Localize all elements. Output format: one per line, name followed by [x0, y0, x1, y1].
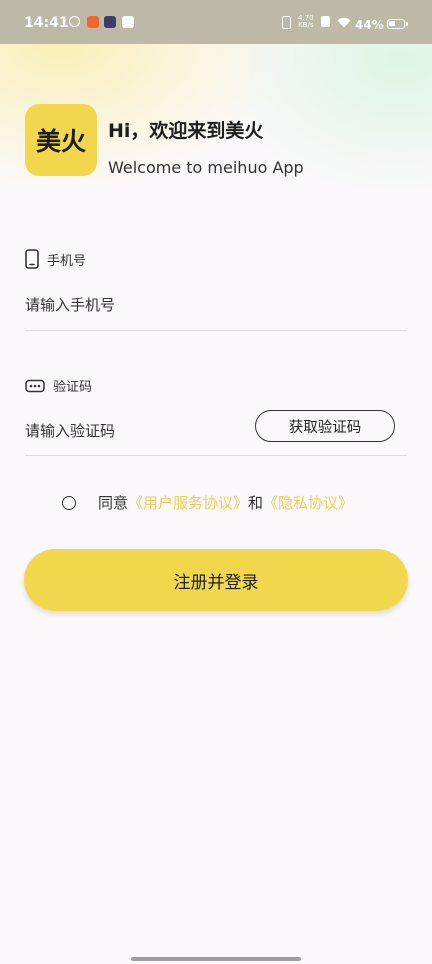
home-indicator[interactable]	[131, 957, 301, 961]
greeting-subtitle: Welcome to meihuo App	[108, 158, 304, 177]
net-speed-unit: KB/s	[298, 21, 314, 29]
privacy-link[interactable]: 《隐私协议》	[263, 492, 353, 513]
phone-label-text: 手机号	[47, 253, 87, 269]
login-screen: 美火 Hi，欢迎来到美火 Welcome to meihuo App 手机号 请…	[0, 0, 432, 964]
get-code-button[interactable]: 获取验证码	[255, 410, 395, 442]
app-logo: 美火	[25, 104, 97, 176]
status-bar: 14:41 4.70 KB/s 44%	[0, 0, 432, 44]
phone-icon	[25, 249, 39, 269]
code-label-text: 验证码	[53, 380, 93, 395]
battery-percent: 44%	[355, 18, 384, 32]
network-speed: 4.70 KB/s	[298, 15, 314, 29]
agree-connector: 和	[248, 494, 264, 512]
app-notification-icon	[69, 16, 80, 27]
wifi-icon	[337, 17, 351, 28]
code-placeholder: 请输入验证码	[25, 422, 116, 440]
phone-placeholder: 请输入手机号	[25, 296, 116, 314]
agree-radio[interactable]	[62, 495, 76, 510]
code-label: 验证码	[25, 376, 92, 395]
code-input[interactable]: 请输入验证码	[25, 420, 245, 441]
register-login-button[interactable]: 注册并登录	[24, 549, 408, 611]
password-dots-icon	[25, 379, 45, 392]
agree-prefix: 同意	[98, 494, 129, 512]
agreement-row: 同意 《用户服务协议》 和 《隐私协议》	[62, 492, 353, 513]
user-agreement-link[interactable]: 《用户服务协议》	[128, 492, 248, 513]
vibrate-icon	[282, 16, 291, 29]
mail-app-icon	[122, 16, 134, 28]
phone-label: 手机号	[25, 249, 86, 269]
phone-input[interactable]: 请输入手机号	[25, 294, 407, 315]
logo-text: 美火	[35, 127, 86, 156]
phone-divider	[25, 330, 407, 331]
video-app-icon	[104, 16, 116, 28]
no-sim-icon	[321, 16, 330, 27]
code-divider	[25, 455, 407, 456]
greeting-title: Hi，欢迎来到美火	[108, 120, 264, 142]
shopping-app-icon	[87, 16, 99, 28]
status-time: 14:41	[24, 15, 69, 31]
battery-icon	[387, 19, 408, 29]
